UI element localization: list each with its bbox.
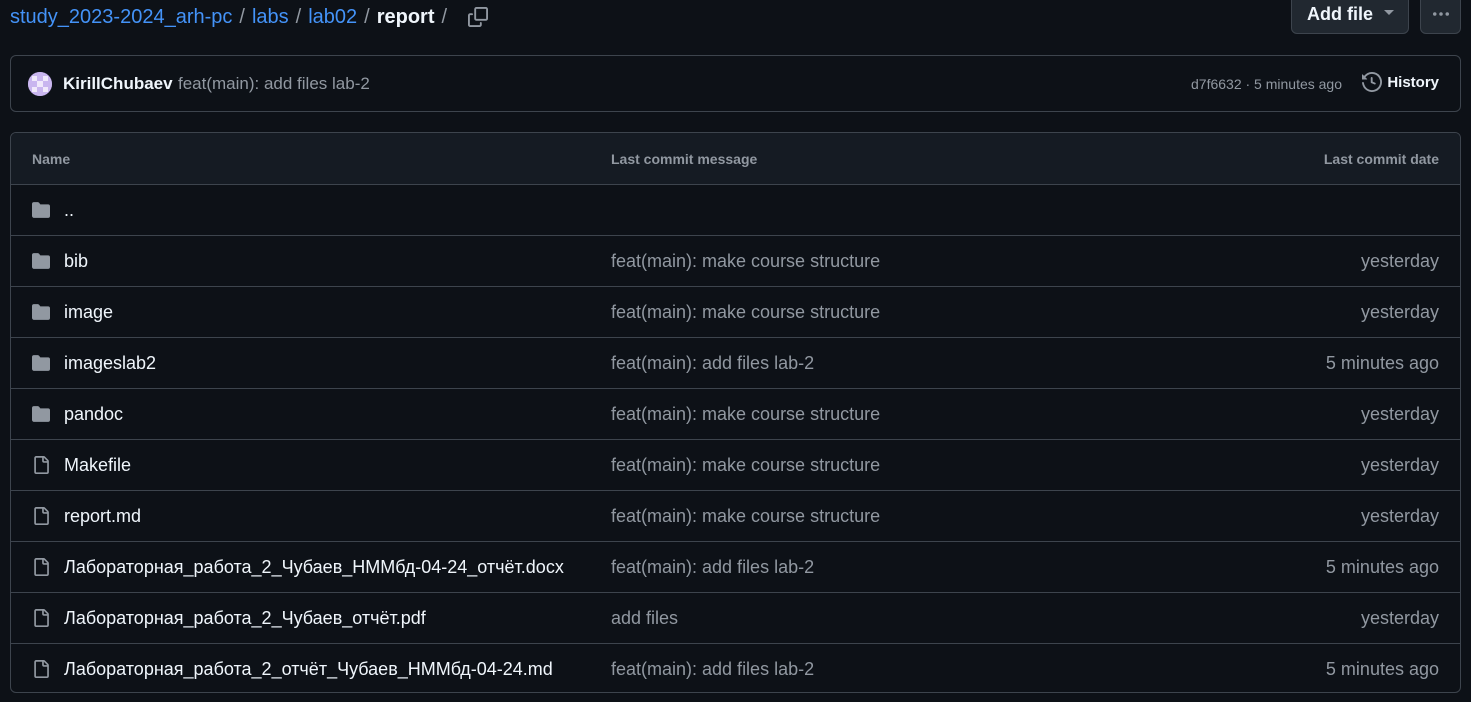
file-link[interactable]: Лабораторная_работа_2_Чубаев_НММбд-04-24… xyxy=(64,557,564,578)
history-icon xyxy=(1362,72,1383,92)
copy-icon xyxy=(468,7,489,27)
folder-icon xyxy=(31,303,51,321)
commit-message-link[interactable]: feat(main): add files lab-2 xyxy=(611,557,814,578)
commit-date: yesterday xyxy=(1360,455,1439,475)
commit-message-link[interactable]: feat(main): add files lab-2 xyxy=(178,74,370,94)
table-body: .. bib feat(main): make course structure y… xyxy=(11,185,1460,692)
table-row[interactable]: pandoc feat(main): make course structure y… xyxy=(11,389,1460,440)
history-label: History xyxy=(1387,73,1439,91)
table-row[interactable]: Лабораторная_работа_2_Чубаев_НММбд-04-24… xyxy=(11,542,1460,593)
breadcrumb-current: report xyxy=(376,6,435,28)
file-icon xyxy=(31,609,51,627)
folder-link[interactable]: image xyxy=(64,302,113,323)
latest-commit-bar: KirillChubaev feat(main): add files lab-… xyxy=(10,55,1461,112)
commit-date: yesterday xyxy=(1360,251,1439,271)
more-options-button[interactable] xyxy=(1420,0,1461,34)
commit-message-link[interactable]: feat(main): add files lab-2 xyxy=(611,353,814,374)
commit-date: 5 minutes ago xyxy=(1325,353,1439,373)
chevron-down-icon xyxy=(1384,10,1394,15)
breadcrumb-separator: / xyxy=(295,6,302,28)
file-link[interactable]: report.md xyxy=(64,506,141,527)
table-row[interactable]: bib feat(main): make course structure yest… xyxy=(11,236,1460,287)
breadcrumb-separator: / xyxy=(441,6,448,28)
folder-link[interactable]: imageslab2 xyxy=(64,353,156,374)
kebab-horizontal-icon xyxy=(1432,12,1449,16)
add-file-label: Add file xyxy=(1307,3,1373,24)
copy-path-button[interactable] xyxy=(466,5,490,29)
commit-date: yesterday xyxy=(1360,608,1439,628)
commit-date: yesterday xyxy=(1360,404,1439,424)
commit-author-link[interactable]: KirillChubaev xyxy=(63,74,173,94)
folder-link[interactable]: pandoc xyxy=(64,404,123,425)
table-row[interactable]: imageslab2 feat(main): add files lab-2 5 m… xyxy=(11,338,1460,389)
commit-message-link[interactable]: feat(main): make course structure xyxy=(611,506,880,527)
breadcrumb: study_2023-2024_arh-pc / labs / lab02 / … xyxy=(10,3,490,31)
file-table: Name Last commit message Last commit dat… xyxy=(10,132,1461,693)
file-link[interactable]: Лабораторная_работа_2_отчёт_Чубаев_НММбд… xyxy=(64,659,553,680)
file-icon xyxy=(31,558,51,576)
commit-date: 5 minutes ago xyxy=(1325,557,1439,577)
top-bar: study_2023-2024_arh-pc / labs / lab02 / … xyxy=(10,0,1461,36)
file-icon xyxy=(31,456,51,474)
history-button[interactable]: History xyxy=(1362,72,1439,92)
commit-date: yesterday xyxy=(1360,506,1439,526)
breadcrumb-lab02-link[interactable]: lab02 xyxy=(308,3,357,31)
table-row[interactable]: image feat(main): make course structure ye… xyxy=(11,287,1460,338)
column-header-name: Name xyxy=(32,151,71,167)
folder-icon xyxy=(31,405,51,423)
column-header-date: Last commit date xyxy=(1323,151,1439,167)
commit-message-link[interactable]: feat(main): make course structure xyxy=(611,404,880,425)
breadcrumb-repo-link[interactable]: study_2023-2024_arh-pc xyxy=(10,3,232,31)
breadcrumb-separator: / xyxy=(364,6,370,28)
folder-icon xyxy=(31,201,51,219)
identicon-icon xyxy=(28,72,52,96)
avatar[interactable] xyxy=(28,72,52,96)
commit-message-link[interactable]: feat(main): make course structure xyxy=(611,455,880,476)
commit-date: 5 minutes ago xyxy=(1325,659,1439,679)
file-icon xyxy=(31,507,51,525)
commit-meta[interactable]: d7f6632 · 5 minutes ago xyxy=(1191,76,1342,92)
table-row[interactable]: Makefile feat(main): make course structur… xyxy=(11,440,1460,491)
commit-message-link[interactable]: feat(main): add files lab-2 xyxy=(611,659,814,680)
table-row[interactable]: Лабораторная_работа_2_отчёт_Чубаев_НММбд… xyxy=(11,644,1460,692)
column-header-message: Last commit message xyxy=(611,151,758,167)
file-link[interactable]: Makefile xyxy=(64,455,131,476)
commit-message-link[interactable]: add files xyxy=(611,608,678,629)
folder-icon xyxy=(31,252,51,270)
commit-message-link[interactable]: feat(main): make course structure xyxy=(611,251,880,272)
commit-message-link[interactable]: feat(main): make course structure xyxy=(611,302,880,323)
file-icon xyxy=(31,660,51,678)
folder-link[interactable]: .. xyxy=(64,200,74,221)
table-header: Name Last commit message Last commit dat… xyxy=(11,133,1460,185)
add-file-button[interactable]: Add file xyxy=(1291,0,1409,34)
table-row[interactable]: .. xyxy=(11,185,1460,236)
table-row[interactable]: report.md feat(main): make course structu… xyxy=(11,491,1460,542)
folder-link[interactable]: bib xyxy=(64,251,88,272)
breadcrumb-separator: / xyxy=(239,6,245,28)
file-link[interactable]: Лабораторная_работа_2_Чубаев_отчёт.pdf xyxy=(64,608,426,629)
folder-icon xyxy=(31,354,51,372)
commit-date: yesterday xyxy=(1360,302,1439,322)
table-row[interactable]: Лабораторная_работа_2_Чубаев_отчёт.pdf ad… xyxy=(11,593,1460,644)
breadcrumb-labs-link[interactable]: labs xyxy=(252,3,289,31)
